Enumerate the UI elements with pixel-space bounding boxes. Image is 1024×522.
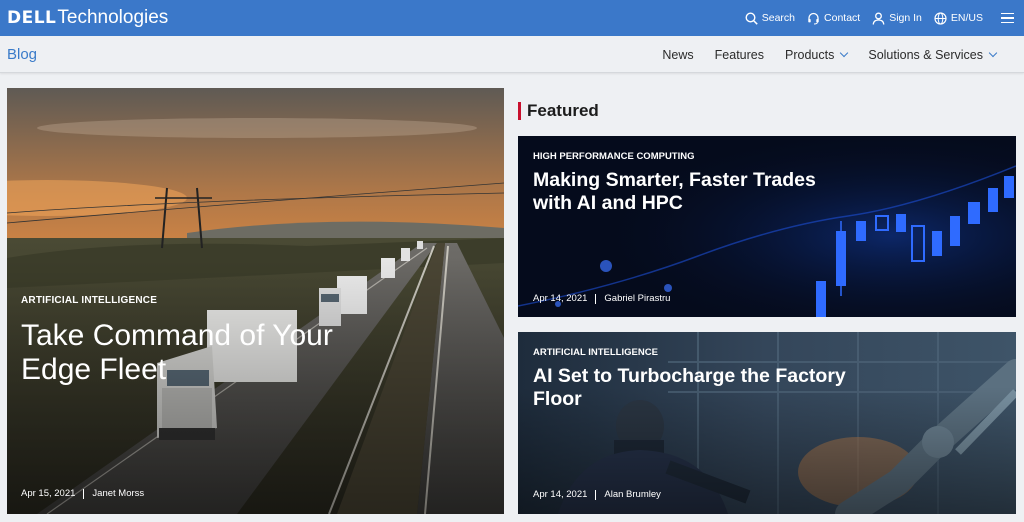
menu-icon[interactable] (1001, 11, 1014, 25)
featured-article-card[interactable]: ARTIFICIAL INTELLIGENCE AI Set to Turboc… (518, 332, 1016, 514)
globe-icon (934, 11, 947, 25)
chevron-down-icon (840, 48, 849, 58)
card-meta: Apr 14, 2021 Gabriel Pirastru (533, 293, 670, 304)
contact-button[interactable]: Contact (807, 12, 860, 25)
logo-suffix: Technologies (57, 7, 169, 28)
sign-in-button[interactable]: Sign In (872, 12, 922, 25)
meta-divider (595, 489, 597, 500)
card-title[interactable]: Making Smarter, Faster Trades with AI an… (533, 169, 853, 215)
nav-item-solutions-services[interactable]: Solutions & Services (868, 47, 998, 62)
blog-nav-items: News Features Products Solutions & Servi… (641, 36, 998, 73)
locale-selector[interactable]: EN/US (934, 11, 983, 25)
nav-item-label: Solutions & Services (868, 47, 983, 62)
hero-meta: Apr 15, 2021 Janet Morss (21, 488, 144, 499)
hero-author[interactable]: Janet Morss (92, 488, 144, 499)
card-author[interactable]: Alan Brumley (604, 489, 661, 500)
top-actions: Search Contact Sign In EN/US (745, 0, 1024, 36)
card-title[interactable]: AI Set to Turbocharge the Factory Floor (533, 365, 853, 411)
nav-item-label: Products (785, 47, 835, 62)
meta-divider (83, 488, 85, 499)
hero-title[interactable]: Take Command of Your Edge Fleet (21, 319, 401, 387)
card-category[interactable]: HIGH PERFORMANCE COMPUTING (533, 151, 695, 162)
locale-label: EN/US (950, 12, 983, 24)
search-icon (745, 11, 758, 25)
card-date: Apr 14, 2021 (533, 293, 588, 304)
user-icon (872, 12, 885, 25)
hero-category[interactable]: ARTIFICIAL INTELLIGENCE (21, 295, 157, 306)
top-bar: DELL Technologies Search Contact Sign In… (0, 0, 1024, 36)
nav-item-news[interactable]: News (662, 48, 693, 62)
hero-article-card[interactable]: ARTIFICIAL INTELLIGENCE Take Command of … (7, 88, 504, 514)
dell-technologies-logo[interactable]: DELL Technologies (7, 6, 168, 30)
featured-heading: Featured (518, 101, 599, 121)
search-label: Search (761, 12, 796, 24)
card-category[interactable]: ARTIFICIAL INTELLIGENCE (533, 347, 658, 358)
nav-item-products[interactable]: Products (785, 47, 849, 62)
featured-title: Featured (527, 101, 599, 120)
search-button[interactable]: Search (745, 11, 796, 25)
card-date: Apr 14, 2021 (533, 489, 588, 500)
chevron-down-icon (988, 48, 998, 58)
blog-nav: Blog News Features Products Solutions & … (0, 36, 1024, 73)
nav-item-label: News (662, 47, 694, 62)
nav-item-label: Features (714, 47, 765, 62)
hero-date: Apr 15, 2021 (21, 488, 76, 499)
trading-chart-image (518, 136, 1016, 317)
featured-article-card[interactable]: HIGH PERFORMANCE COMPUTING Making Smarte… (518, 136, 1016, 317)
nav-item-features[interactable]: Features (715, 48, 764, 62)
sign-in-label: Sign In (889, 12, 922, 24)
card-meta: Apr 14, 2021 Alan Brumley (533, 489, 661, 500)
factory-worker-image (518, 332, 1016, 514)
blog-home-link[interactable]: Blog (7, 46, 37, 63)
card-author[interactable]: Gabriel Pirastru (604, 293, 670, 304)
logo-brand: DELL (7, 8, 57, 28)
featured-accent-bar (518, 102, 521, 120)
contact-label: Contact (824, 12, 861, 24)
meta-divider (595, 293, 597, 304)
headset-icon (808, 12, 819, 24)
